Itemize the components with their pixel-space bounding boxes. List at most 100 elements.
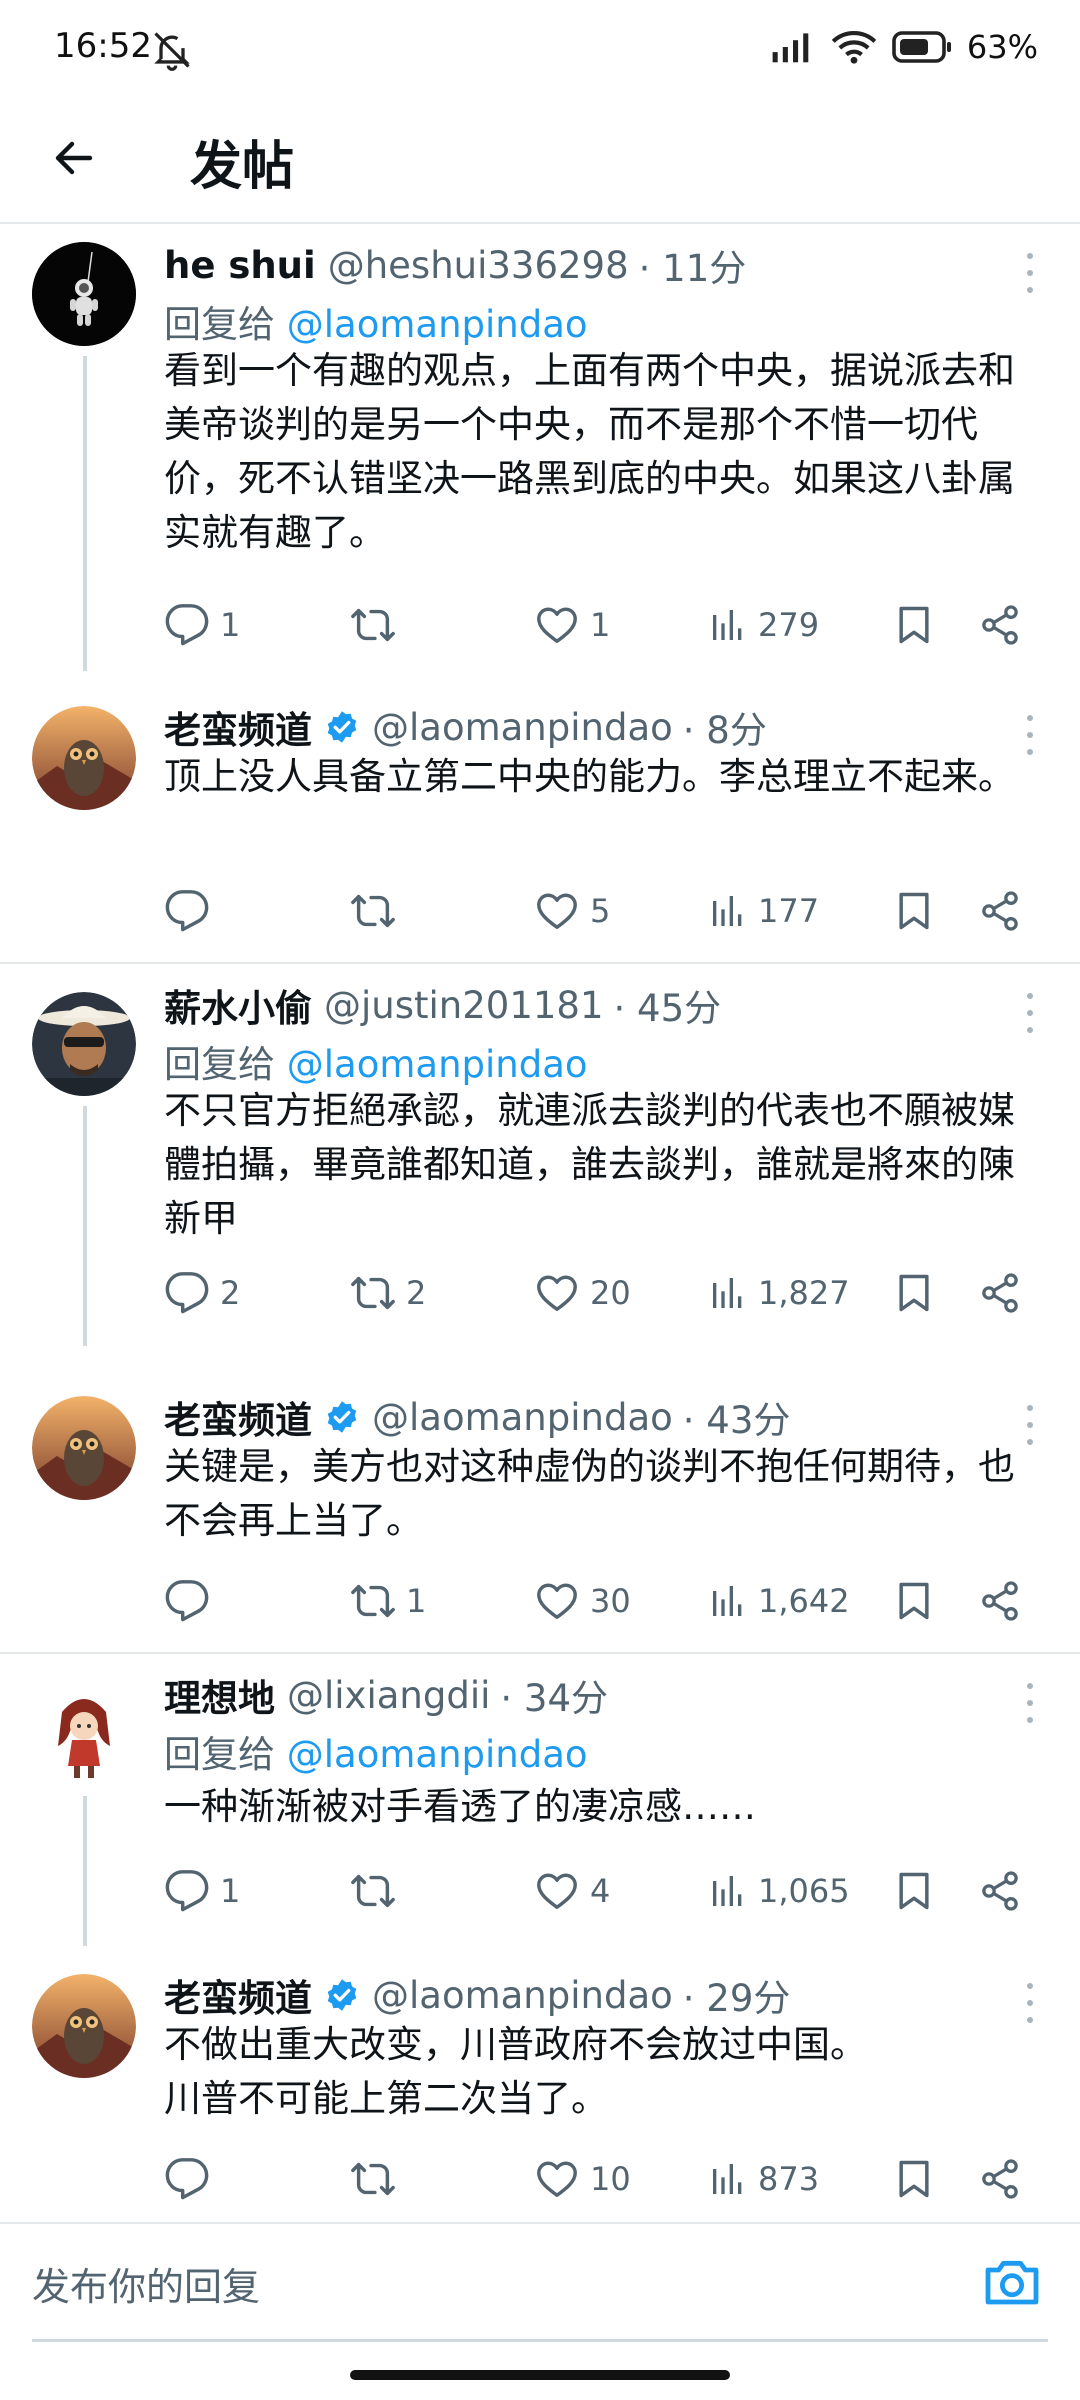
bookmark-button[interactable]	[892, 1268, 936, 1318]
author-handle[interactable]: @lixiangdii	[287, 1674, 490, 1717]
bookmark-button[interactable]	[892, 600, 936, 650]
share-button[interactable]	[978, 600, 1022, 650]
reply-input[interactable]: 发布你的回复	[32, 2256, 260, 2311]
author-name[interactable]: 老蛮频道	[164, 1968, 312, 2022]
avatar[interactable]	[32, 992, 136, 1096]
retweet-button[interactable]	[350, 1866, 406, 1916]
author-name[interactable]: 老蛮频道	[164, 700, 312, 754]
share-button[interactable]	[978, 2154, 1022, 2204]
share-button[interactable]	[978, 1866, 1022, 1916]
tweet-text: 关键是，美方也对这种虚伪的谈判不抱任何期待，也不会再上当了。	[164, 1445, 1015, 1542]
bookmark-icon	[892, 1579, 936, 1623]
post-time: · 43分	[682, 1399, 791, 1442]
views-button[interactable]: 873	[708, 2154, 819, 2204]
like-button[interactable]: 30	[534, 1576, 631, 1626]
signal-icon	[772, 33, 809, 63]
retweet-button[interactable]	[350, 886, 406, 936]
like-count: 4	[590, 1872, 611, 1910]
action-bar: 1 4 1,065	[164, 1866, 1044, 1916]
back-arrow-icon	[55, 141, 93, 175]
speech-bubble-icon	[164, 1270, 210, 1316]
input-underline	[32, 2339, 1048, 2342]
reply-to-link[interactable]: @laomanpindao	[287, 303, 588, 346]
bookmark-button[interactable]	[892, 2154, 936, 2204]
retweet-button[interactable]	[350, 600, 406, 650]
avatar[interactable]	[32, 1396, 136, 1500]
battery-level: 63%	[966, 28, 1038, 66]
views-button[interactable]: 177	[708, 886, 819, 936]
retweet-icon	[350, 1578, 396, 1624]
author-handle[interactable]: @laomanpindao	[372, 1974, 673, 2017]
action-bar: 1 1 279	[164, 600, 1044, 650]
tweet-reply[interactable]: 老蛮频道 @laomanpindao · 8分 顶上没人具备立第二中央的能力。李…	[0, 690, 1080, 940]
author-handle[interactable]: @heshui336298	[328, 244, 629, 287]
action-bar: 10 873	[164, 2154, 1044, 2204]
speech-bubble-icon	[164, 888, 210, 934]
reply-button[interactable]	[164, 1576, 220, 1626]
home-indicator[interactable]	[350, 2370, 730, 2380]
reply-button[interactable]: 2	[164, 1268, 240, 1318]
more-options-icon[interactable]	[1020, 248, 1040, 298]
retweet-button[interactable]: 1	[350, 1576, 426, 1626]
views-button[interactable]: 1,642	[708, 1576, 850, 1626]
reply-to-link[interactable]: @laomanpindao	[287, 1733, 588, 1776]
share-button[interactable]	[978, 886, 1022, 936]
avatar[interactable]	[32, 1682, 136, 1786]
reply-button[interactable]: 1	[164, 600, 240, 650]
avatar[interactable]	[32, 1974, 136, 2078]
reply-to-link[interactable]: @laomanpindao	[287, 1043, 588, 1086]
like-button[interactable]: 1	[534, 600, 610, 650]
bookmark-button[interactable]	[892, 886, 936, 936]
author-handle[interactable]: @justin201181	[324, 984, 604, 1027]
avatar[interactable]	[32, 242, 136, 346]
bookmark-icon	[892, 603, 936, 647]
heart-icon	[534, 1868, 580, 1914]
like-button[interactable]: 10	[534, 2154, 631, 2204]
bookmark-button[interactable]	[892, 1576, 936, 1626]
reply-button[interactable]: 1	[164, 1866, 240, 1916]
author-name[interactable]: 薪水小偷	[164, 978, 312, 1032]
tweet-parent[interactable]: he shui @heshui336298 · 11分 回复给 @laomanp…	[0, 226, 1080, 671]
bookmark-icon	[892, 2157, 936, 2201]
views-button[interactable]: 279	[708, 600, 819, 650]
views-button[interactable]: 1,065	[708, 1866, 850, 1916]
reply-button[interactable]	[164, 886, 220, 936]
owl-avatar-icon	[32, 1974, 136, 2078]
more-options-icon[interactable]	[1020, 1678, 1040, 1728]
tweet-parent[interactable]: 理想地 @lixiangdii · 34分 回复给 @laomanpindao …	[0, 1656, 1080, 1946]
bookmark-icon	[892, 1869, 936, 1913]
tweet-reply[interactable]: 老蛮频道 @laomanpindao · 29分 不做出重大改变，川普政府不会放…	[0, 1958, 1080, 2220]
author-handle[interactable]: @laomanpindao	[372, 1396, 673, 1439]
reply-button[interactable]	[164, 2154, 220, 2204]
like-button[interactable]: 5	[534, 886, 610, 936]
verified-badge-icon	[324, 1977, 360, 2013]
status-bar: 16:52 63%	[0, 0, 1080, 100]
more-options-icon[interactable]	[1020, 988, 1040, 1038]
tweet-parent[interactable]: 薪水小偷 @justin201181 · 45分 回复给 @laomanpind…	[0, 966, 1080, 1346]
retweet-button[interactable]	[350, 2154, 406, 2204]
retweet-icon	[350, 1868, 396, 1914]
author-handle[interactable]: @laomanpindao	[372, 706, 673, 749]
share-button[interactable]	[978, 1576, 1022, 1626]
views-button[interactable]: 1,827	[708, 1268, 850, 1318]
camera-icon[interactable]	[980, 2250, 1044, 2314]
girl-avatar-icon	[32, 1682, 136, 1786]
share-button[interactable]	[978, 1268, 1022, 1318]
retweet-button[interactable]: 2	[350, 1268, 426, 1318]
tweet-reply[interactable]: 老蛮频道 @laomanpindao · 43分 关键是，美方也对这种虚伪的谈判…	[0, 1380, 1080, 1640]
author-name[interactable]: 老蛮频道	[164, 1390, 312, 1444]
top-app-bar: 发帖	[0, 100, 1080, 224]
bookmark-icon	[892, 1271, 936, 1315]
thread-divider	[0, 1652, 1080, 1654]
like-button[interactable]: 4	[534, 1866, 610, 1916]
bookmark-button[interactable]	[892, 1866, 936, 1916]
like-button[interactable]: 20	[534, 1268, 631, 1318]
battery-icon	[892, 31, 951, 63]
astronaut-avatar-icon	[32, 242, 136, 346]
reply-prefix: 回复给	[164, 1043, 275, 1086]
author-name[interactable]: 理想地	[164, 1668, 275, 1722]
back-button[interactable]	[44, 128, 104, 188]
retweet-icon	[350, 602, 396, 648]
avatar[interactable]	[32, 706, 136, 810]
author-name[interactable]: he shui	[164, 244, 316, 287]
